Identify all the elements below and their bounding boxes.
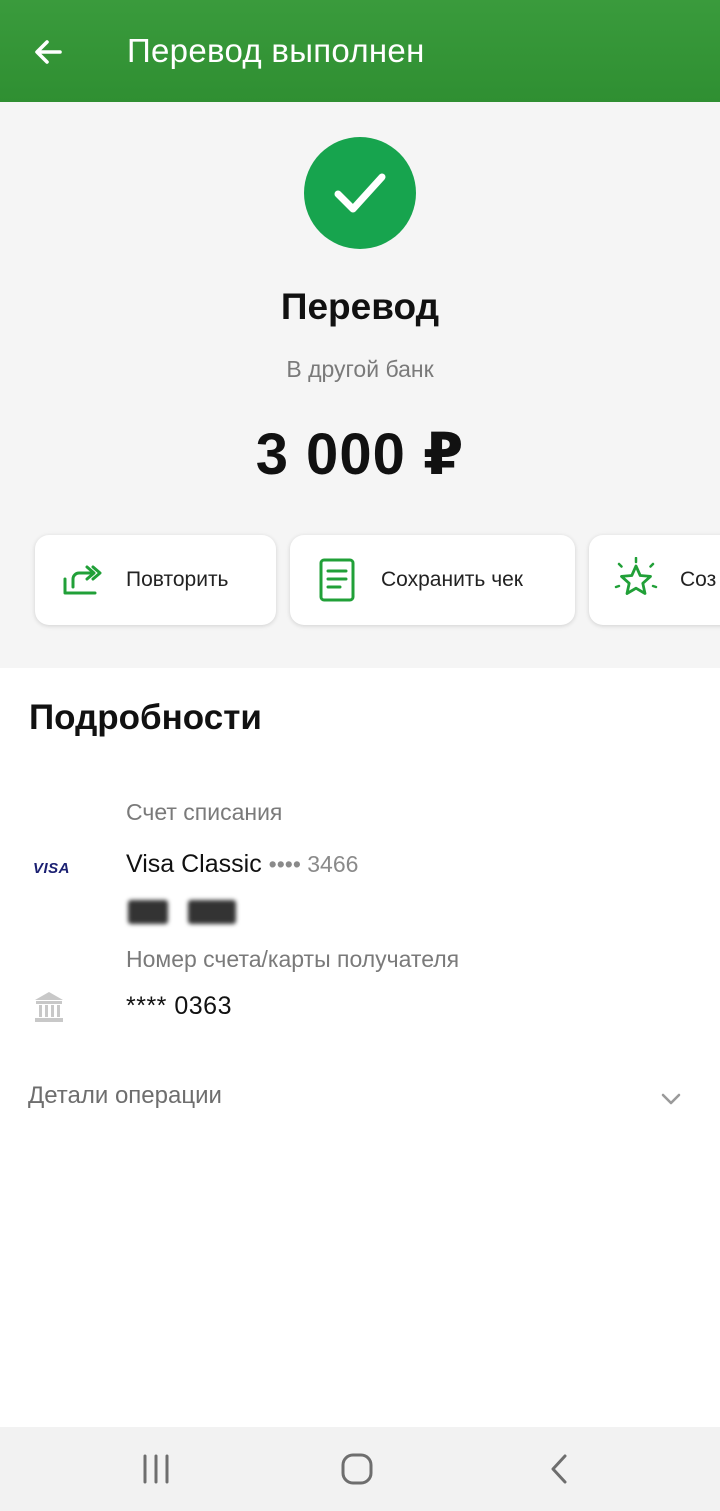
repeat-icon	[63, 565, 102, 595]
home-button[interactable]	[337, 1449, 377, 1489]
back-button[interactable]	[28, 30, 70, 74]
bank-icon	[35, 992, 63, 1022]
save-receipt-button[interactable]: Сохранить чек	[290, 535, 575, 625]
debit-account-label: Счет списания	[126, 799, 283, 825]
success-badge	[304, 137, 416, 249]
card-name: Visa Classic	[126, 850, 262, 878]
system-back-button[interactable]	[540, 1449, 580, 1489]
operation-details-label: Детали операции	[28, 1082, 222, 1109]
create-template-button-label: Соз	[680, 568, 717, 591]
receipt-icon	[319, 558, 355, 602]
recent-apps-button[interactable]	[136, 1449, 176, 1489]
chevron-down-icon	[661, 1093, 681, 1105]
transfer-title: Перевод	[280, 286, 440, 327]
star-icon	[614, 557, 658, 595]
recipient-account-value: **** 0363	[126, 992, 232, 1020]
operation-details-toggle[interactable]: Детали операции	[0, 1070, 720, 1126]
chevron-left-icon	[551, 1454, 567, 1484]
arrow-left-icon	[35, 40, 62, 64]
debit-account-value: Visa Classic •••• 3466	[126, 850, 358, 879]
create-template-button[interactable]: Соз	[589, 535, 720, 625]
page-title: Перевод выполнен	[127, 32, 425, 69]
repeat-button[interactable]: Повторить	[35, 535, 276, 625]
home-icon	[341, 1453, 373, 1485]
recent-apps-icon	[143, 1454, 169, 1484]
checkmark-icon	[334, 173, 386, 213]
repeat-button-label: Повторить	[126, 568, 229, 591]
transfer-subtitle: В другой банк	[286, 356, 434, 382]
recipient-account-label: Номер счета/карты получателя	[126, 946, 460, 972]
details-heading: Подробности	[29, 698, 262, 737]
card-mask: •••• 3466	[268, 851, 359, 877]
redacted-balance	[122, 896, 272, 930]
app-header: Перевод выполнен	[0, 0, 720, 102]
visa-logo-icon: VISA	[33, 860, 71, 877]
system-nav-bar	[0, 1427, 720, 1511]
transfer-amount: 3 000 ₽	[255, 422, 465, 487]
save-receipt-button-label: Сохранить чек	[381, 568, 523, 591]
